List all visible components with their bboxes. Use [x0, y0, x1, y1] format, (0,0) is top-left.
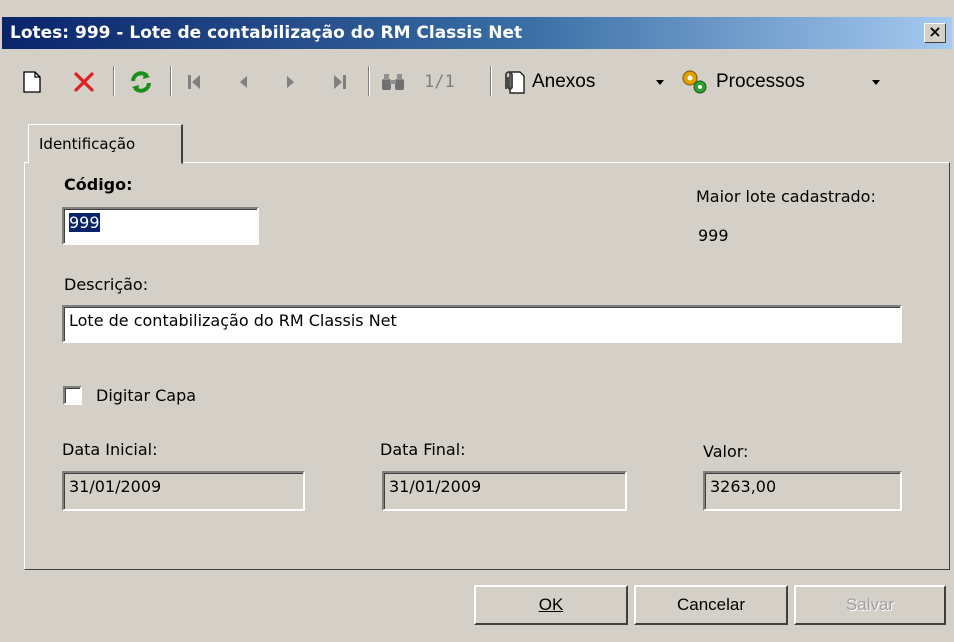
- dialog-window: Lotes: 999 - Lote de contabilização do R…: [0, 0, 954, 642]
- description-input[interactable]: Lote de contabilização do RM Classis Net: [62, 305, 902, 343]
- max-batch-label: Maior lote cadastrado:: [696, 187, 876, 206]
- last-record-icon: [334, 75, 346, 89]
- description-value: Lote de contabilização do RM Classis Net: [69, 311, 397, 330]
- toolbar-separator: [170, 66, 172, 96]
- processes-button[interactable]: Processos: [680, 64, 850, 100]
- next-arrow-icon: [287, 76, 294, 88]
- new-document-icon: [23, 71, 41, 93]
- value-amount: 3263,00: [710, 477, 777, 496]
- start-date-field[interactable]: 31/01/2009: [62, 471, 305, 511]
- processes-label: Processos: [716, 71, 805, 92]
- end-date-value: 31/01/2009: [389, 477, 482, 496]
- ok-button[interactable]: OK: [474, 585, 628, 625]
- close-button[interactable]: ×: [924, 23, 946, 43]
- code-label: Código:: [64, 175, 133, 194]
- new-record-button[interactable]: [18, 64, 46, 100]
- first-record-icon: [188, 75, 200, 89]
- attachments-dropdown[interactable]: [650, 64, 670, 100]
- end-date-field[interactable]: 31/01/2009: [382, 471, 627, 511]
- save-button-label: Salvar: [845, 595, 895, 614]
- attachments-label: Anexos: [532, 71, 596, 92]
- cover-checkbox-label[interactable]: Digitar Capa: [96, 386, 196, 405]
- dropdown-arrow-icon: [656, 80, 664, 85]
- toolbar-separator: [113, 66, 115, 96]
- delete-record-button[interactable]: [68, 64, 100, 100]
- toolbar: 1/1 Anexos Processos: [0, 60, 954, 104]
- value-field[interactable]: 3263,00: [703, 471, 902, 511]
- last-record-button[interactable]: [324, 64, 356, 100]
- next-record-button[interactable]: [276, 64, 306, 100]
- max-batch-value: 999: [698, 226, 729, 245]
- binoculars-icon: [382, 74, 404, 90]
- attachments-button[interactable]: Anexos: [498, 64, 630, 100]
- toolbar-separator: [490, 66, 492, 96]
- paperclip-document-icon: [505, 71, 525, 94]
- cover-checkbox[interactable]: [63, 386, 82, 405]
- start-date-label: Data Inicial:: [62, 440, 158, 459]
- start-date-value: 31/01/2009: [69, 477, 162, 496]
- cancel-button[interactable]: Cancelar: [634, 585, 788, 625]
- first-record-button[interactable]: [178, 64, 210, 100]
- refresh-button[interactable]: [124, 64, 158, 100]
- refresh-icon: [131, 71, 151, 93]
- tab-label: Identificação: [39, 135, 136, 153]
- tab-identificacao[interactable]: Identificação: [28, 124, 183, 164]
- previous-record-button[interactable]: [228, 64, 258, 100]
- processes-dropdown[interactable]: [866, 64, 886, 100]
- record-counter: 1/1: [424, 64, 474, 100]
- value-label: Valor:: [703, 442, 749, 461]
- description-label: Descrição:: [64, 275, 149, 294]
- toolbar-separator: [368, 66, 370, 96]
- find-button[interactable]: [376, 64, 410, 100]
- window-title: Lotes: 999 - Lote de contabilização do R…: [10, 23, 523, 43]
- cancel-button-label: Cancelar: [676, 595, 746, 614]
- dropdown-arrow-icon: [872, 80, 880, 85]
- end-date-label: Data Final:: [380, 440, 466, 459]
- gears-icon: [682, 70, 707, 94]
- save-button[interactable]: Salvar: [794, 585, 946, 625]
- title-bar[interactable]: Lotes: 999 - Lote de contabilização do R…: [2, 17, 952, 49]
- previous-arrow-icon: [240, 76, 247, 88]
- ok-button-label: OK: [538, 595, 564, 614]
- code-value: 999: [69, 213, 100, 232]
- record-counter-text: 1/1: [424, 72, 455, 92]
- code-input[interactable]: 999: [62, 207, 259, 245]
- delete-x-icon: [74, 72, 94, 92]
